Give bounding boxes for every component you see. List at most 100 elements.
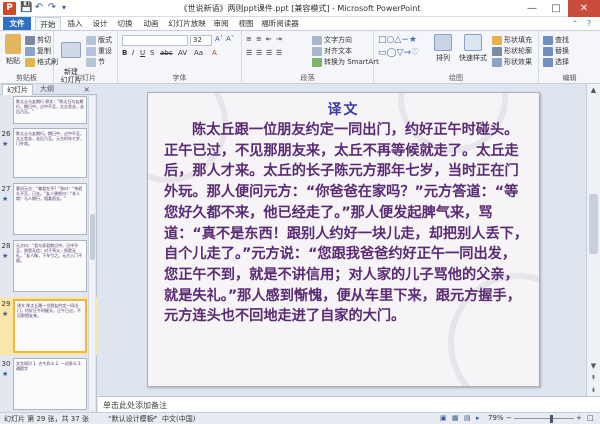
thumbnail-scrollbar[interactable] — [88, 96, 95, 410]
thumbnail-row[interactable]: 26 ★ 陈太丘与友期行。期日中，过中不至，太丘舍去，去后乃至。元方时年七岁，门… — [0, 128, 97, 180]
shape-outline-button[interactable]: 形状轮廓 — [492, 46, 532, 56]
slide-sorter-icon[interactable]: ▦ — [452, 414, 459, 422]
select-button[interactable]: 选择 — [543, 57, 569, 67]
replace-button[interactable]: 替换 — [543, 46, 569, 56]
align-text-button[interactable]: 对齐文本 — [312, 46, 352, 56]
underline-icon[interactable]: U — [140, 49, 145, 57]
slide-counter: 幻灯片 第 29 张，共 37 张 — [4, 415, 89, 423]
tab-outline-panel[interactable]: 大纲 — [36, 84, 58, 95]
notes-placeholder[interactable]: 单击此处添加备注 — [103, 400, 167, 411]
slide-canvas[interactable]: 译文 陈太丘跟一位朋友约定一同出门，约好正午时碰头。正午已过，不见那朋友来，太丘… — [147, 92, 540, 387]
slide-thumbnail[interactable]: 客问元方：“尊君在不？”答曰：“待君久不至，已去。”友人便怒曰：“非人哉！与人期… — [13, 183, 87, 235]
pen-icon — [492, 46, 502, 56]
slide-scrollbar[interactable]: ▲ ▼ ↟ ↡ — [586, 84, 600, 396]
numbering-icon[interactable]: ≡ — [256, 35, 262, 43]
scroll-down-icon[interactable]: ▼ — [587, 360, 600, 372]
tab-view[interactable]: 视图 — [234, 17, 258, 30]
font-color-icon[interactable]: A — [212, 49, 217, 57]
paste-button[interactable]: 粘贴 — [3, 34, 23, 66]
tab-file[interactable]: 文件 — [3, 17, 31, 30]
thumbnail-row[interactable]: 28 ★ 元方曰：“君与家君期日中。日中不至，则是无信；对子骂父，则是无礼。”友… — [0, 240, 97, 294]
tab-slideshow[interactable]: 幻灯片放映 — [166, 17, 208, 30]
slide-body-text[interactable]: 陈太丘跟一位朋友约定一同出门，约好正午时碰头。正午已过，不见那朋友来，太丘不再等… — [164, 120, 528, 327]
shadow-icon[interactable]: S — [150, 49, 154, 57]
slide-thumbnail[interactable]: 陈太丘与友期行。期日中，过中不至，太丘舍去，去后乃至。元方时年七岁，门外戏。 — [13, 128, 87, 178]
slide-title[interactable]: 译文 — [148, 99, 539, 119]
thumbnail-row[interactable]: 27 ★ 客问元方：“尊君在不？”答曰：“待君久不至，已去。”友人便怒曰：“非人… — [0, 183, 97, 237]
slideshow-view-icon[interactable]: ▸ — [476, 414, 480, 422]
tab-animations[interactable]: 动画 — [139, 17, 163, 30]
paint-bucket-icon — [492, 35, 502, 45]
bullets-icon[interactable]: ≡ — [246, 35, 252, 43]
fit-to-window-icon[interactable]: □ — [587, 414, 594, 422]
change-case-icon[interactable]: Aa — [194, 49, 203, 57]
cut-button[interactable]: 剪切 — [25, 35, 51, 45]
bold-icon[interactable]: B — [122, 49, 127, 57]
quick-styles-button[interactable]: 快速样式 — [458, 34, 488, 63]
close-panel-icon[interactable]: × — [79, 84, 94, 95]
reset-button[interactable]: 重设 — [86, 46, 112, 56]
tab-design[interactable]: 设计 — [88, 17, 112, 30]
shrink-font-icon[interactable]: Aˇ — [226, 35, 234, 43]
layout-button[interactable]: 版式 — [86, 35, 112, 45]
italic-icon[interactable]: I — [132, 49, 134, 57]
section-button[interactable]: 节 — [86, 57, 105, 67]
next-slide-icon[interactable]: ↡ — [587, 384, 600, 396]
help-icon[interactable]: ? — [583, 17, 595, 30]
zoom-out-icon[interactable]: − — [506, 414, 512, 422]
thumbnail-row[interactable]: 陈太丘与友期行 原文：“陈太丘与友期行，期日中。过中不至，太丘舍去，去后乃至。” — [0, 96, 97, 126]
animation-star-icon: ★ — [2, 370, 9, 378]
thumbnail-row-selected[interactable]: 29 ★ 译文 陈太丘跟一位朋友约定一同出门，约好正午时碰头。正午已过，不见那朋… — [0, 297, 97, 355]
tab-foxit-reader[interactable]: 福昕阅读器 — [259, 17, 301, 30]
font-size-combo[interactable]: 32 — [190, 35, 212, 46]
scroll-up-icon[interactable]: ▲ — [587, 84, 600, 96]
editing-group: 查找 替换 选择 编辑 — [539, 31, 600, 84]
copy-button[interactable]: 复制 — [25, 46, 51, 56]
align-center-icon[interactable]: ☰ — [256, 49, 262, 57]
align-left-icon[interactable]: ☰ — [246, 49, 252, 57]
zoom-level[interactable]: 79% — [488, 414, 504, 422]
spellcheck-icon[interactable]: ✓ — [152, 414, 158, 422]
language-indicator[interactable]: 中文(中国) — [162, 414, 195, 424]
minimize-button[interactable]: — — [520, 0, 544, 17]
zoom-slider-handle[interactable] — [550, 415, 553, 423]
text-direction-button[interactable]: 文字方向 — [312, 35, 352, 45]
tab-insert[interactable]: 插入 — [63, 17, 87, 30]
slide-scroll-thumb[interactable] — [589, 194, 598, 254]
shapes-gallery-row2: ▭◯▽→♡ — [378, 48, 420, 58]
tab-slides-panel[interactable]: 幻灯片 — [2, 84, 33, 95]
decrease-indent-icon[interactable]: ⇤ — [266, 35, 272, 43]
zoom-slider[interactable] — [514, 418, 574, 419]
character-spacing-icon[interactable]: AV — [178, 49, 187, 57]
strikethrough-icon[interactable]: abc — [160, 49, 173, 57]
thumbnail-scroll-thumb[interactable] — [90, 214, 95, 260]
reading-view-icon[interactable]: ▤ — [464, 414, 471, 422]
shape-effects-button[interactable]: 形状效果 — [492, 57, 532, 67]
smartart-button[interactable]: 转换为 SmartArt — [312, 57, 379, 67]
slide-thumbnail[interactable]: 陈太丘与友期行 原文：“陈太丘与友期行，期日中。过中不至，太丘舍去，去后乃至。” — [13, 96, 87, 124]
thumbnail-row[interactable] — [0, 384, 97, 412]
justify-icon[interactable]: ☰ — [276, 49, 282, 57]
maximize-button[interactable]: □ — [544, 0, 568, 17]
shapes-gallery[interactable]: □○△−★ — [378, 35, 417, 45]
align-right-icon[interactable]: ☰ — [266, 49, 272, 57]
tab-transitions[interactable]: 切换 — [113, 17, 137, 30]
tab-review[interactable]: 审阅 — [209, 17, 233, 30]
notes-pane[interactable]: 单击此处添加备注 — [98, 396, 600, 412]
previous-slide-icon[interactable]: ↟ — [587, 372, 600, 384]
arrange-button[interactable]: 排列 — [430, 34, 456, 63]
font-group: 32 Aˆ Aˇ B I U S abc AV Aa A 字体 — [118, 31, 242, 84]
increase-indent-icon[interactable]: ⇥ — [276, 35, 282, 43]
normal-view-icon[interactable]: ▣ — [440, 414, 447, 422]
shape-fill-button[interactable]: 形状填充 — [492, 35, 532, 45]
grow-font-icon[interactable]: Aˆ — [215, 35, 223, 43]
slide-thumbnail[interactable]: 译文 陈太丘跟一位朋友约定一同出门，约好正午时碰头。正午已过，不见那朋友来。 — [13, 299, 87, 353]
minimize-ribbon-icon[interactable]: ⌃ — [570, 17, 580, 30]
find-button[interactable]: 查找 — [543, 35, 569, 45]
font-name-combo[interactable] — [122, 35, 188, 46]
tab-home[interactable]: 开始 — [35, 17, 61, 30]
close-button[interactable]: ✕ — [568, 0, 600, 17]
zoom-in-icon[interactable]: + — [576, 414, 582, 422]
replace-icon — [543, 46, 553, 56]
slide-thumbnail[interactable]: 元方曰：“君与家君期日中。日中不至，则是无信；对子骂父，则是无礼。”友人惭，下车… — [13, 240, 87, 292]
